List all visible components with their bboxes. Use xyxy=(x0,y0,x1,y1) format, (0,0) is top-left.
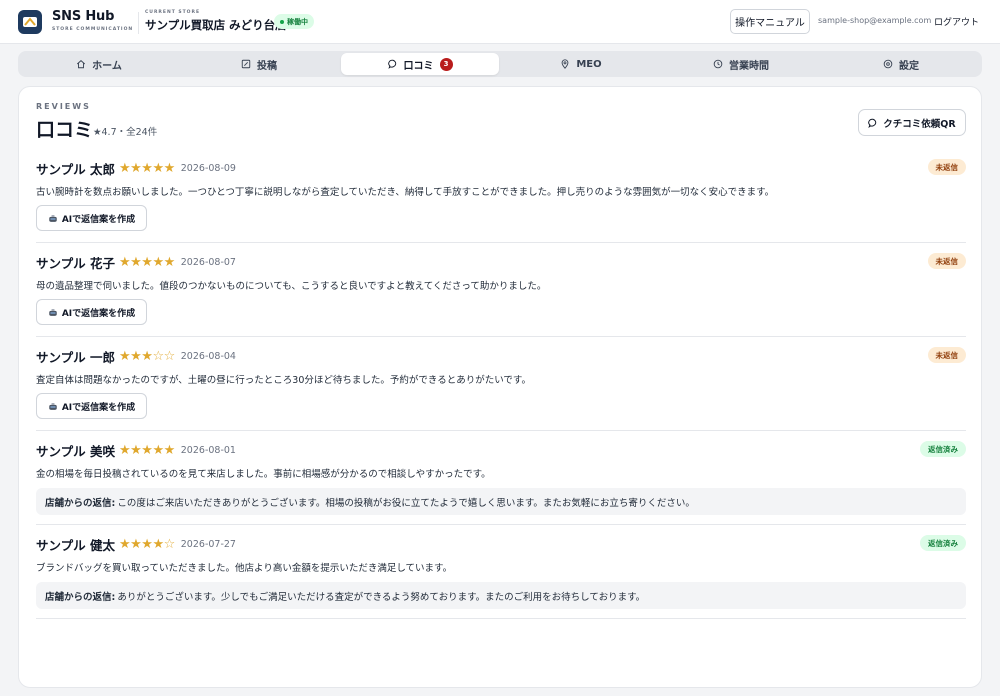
pot-icon xyxy=(49,214,57,222)
star-rating: ★★★★★ xyxy=(118,443,175,458)
gear-icon xyxy=(883,59,893,69)
status-badge: 返信済み xyxy=(920,535,966,551)
home-icon xyxy=(77,60,86,69)
ai-reply-label: AIで返信案を作成 xyxy=(61,402,136,413)
ai-reply-label: AIで返信案を作成 xyxy=(61,214,136,225)
review-header: サンプル 一郎 ★★★☆☆ 2026-08-04 xyxy=(36,347,236,366)
review-header: サンプル 花子 ★★★★★ 2026-08-07 xyxy=(36,253,236,272)
store-reply: 店舗からの返信: この度はご来店いただきありがとうございます。相場の投稿がお役に… xyxy=(36,488,966,515)
rating-summary: ★4.7・全24件 xyxy=(93,127,158,138)
store-status-badge: 稼働中 xyxy=(274,14,314,29)
status-badge: 未返信 xyxy=(927,253,966,269)
review-header: サンプル 太郎 ★★★★★ 2026-08-09 xyxy=(36,159,236,178)
review-text: 古い腕時計を数点お願いしました。一つひとつ丁寧に説明しながら査定していただき、納… xyxy=(36,187,775,198)
chat-icon xyxy=(387,59,396,69)
reviews-card: REVIEWS 口コミ ★4.7・全24件 クチコミ依頼QR サンプル 太郎 ★… xyxy=(18,86,982,688)
tab-posts[interactable]: 投稿 xyxy=(180,53,338,75)
ai-reply-button[interactable]: AIで返信案を作成 xyxy=(36,205,147,231)
manual-button[interactable]: 操作マニュアル xyxy=(730,9,810,34)
tab-meo[interactable]: MEO xyxy=(502,53,660,75)
store-name: サンプル買取店 みどり台店 xyxy=(145,18,287,32)
ai-reply-button[interactable]: AIで返信案を作成 xyxy=(36,393,147,419)
reviewer-name: サンプル 花子 xyxy=(36,256,115,271)
status-badge: 未返信 xyxy=(927,347,966,363)
tab-hours-label: 営業時間 xyxy=(729,60,769,72)
review-item: サンプル 花子 ★★★★★ 2026-08-07 未返信 母の遺品整理で伺いまし… xyxy=(36,253,966,337)
reply-label: 店舗からの返信: xyxy=(45,591,116,603)
tab-reviews[interactable]: 口コミ 3 xyxy=(341,53,499,75)
review-text: 金の相場を毎日投稿されているのを見て来店しました。事前に相場感が分かるので相談し… xyxy=(36,469,491,480)
qr-button-label: クチコミ依頼QR xyxy=(883,118,956,130)
tab-settings[interactable]: 設定 xyxy=(822,53,980,75)
review-item: サンプル 健太 ★★★★☆ 2026-07-27 返信済み ブランドバッグを買い… xyxy=(36,535,966,619)
review-date: 2026-08-04 xyxy=(180,351,236,362)
page-title: 口コミ xyxy=(36,119,94,141)
tab-reviews-count-badge: 3 xyxy=(439,57,453,71)
store-reply: 店舗からの返信: ありがとうございます。少しでもご満足いただける査定ができるよう… xyxy=(36,582,966,609)
review-date: 2026-08-07 xyxy=(180,257,236,268)
logout-link[interactable]: ログアウト xyxy=(934,15,979,28)
store-status-text: 稼働中 xyxy=(287,17,308,26)
app-header: SNS Hub STORE COMMUNICATION CURRENT STOR… xyxy=(0,0,1000,44)
status-badge: 未返信 xyxy=(927,159,966,175)
review-request-qr-button[interactable]: クチコミ依頼QR xyxy=(858,109,966,136)
reply-text: ありがとうございます。少しでもご満足いただける査定ができるよう努めております。ま… xyxy=(117,591,646,603)
tab-hours[interactable]: 営業時間 xyxy=(662,53,820,75)
edit-icon xyxy=(241,59,251,69)
star-rating: ★★★☆☆ xyxy=(118,349,175,364)
nav-tabs: ホーム 投稿 口コミ 3 MEO 営業時間 設定 xyxy=(18,51,982,77)
brand: SNS Hub STORE COMMUNICATION xyxy=(52,9,134,33)
star-rating: ★★★★★ xyxy=(118,161,175,176)
user-email: sample-shop@example.com xyxy=(818,16,932,25)
map-pin-icon xyxy=(561,59,569,69)
ai-reply-button[interactable]: AIで返信案を作成 xyxy=(36,299,147,325)
tab-posts-label: 投稿 xyxy=(257,60,277,72)
clock-icon xyxy=(713,59,723,69)
reviewer-name: サンプル 太郎 xyxy=(36,162,115,177)
review-date: 2026-08-09 xyxy=(180,163,236,174)
review-header: サンプル 健太 ★★★★☆ 2026-07-27 xyxy=(36,535,236,554)
current-store: CURRENT STORE サンプル買取店 みどり台店 xyxy=(145,10,287,33)
reviewer-name: サンプル 一郎 xyxy=(36,350,115,365)
star-rating: ★★★★☆ xyxy=(118,537,175,552)
review-text: 母の遺品整理で伺いました。値段のつかないものについても、こうすると良いですよと教… xyxy=(36,281,547,292)
brand-name: SNS Hub xyxy=(52,9,115,24)
tab-reviews-label: 口コミ xyxy=(403,60,434,72)
star-rating: ★★★★★ xyxy=(118,255,175,270)
tab-meo-label: MEO xyxy=(576,58,602,70)
status-badge: 返信済み xyxy=(920,441,966,457)
reviewer-name: サンプル 美咲 xyxy=(36,444,115,459)
pot-icon xyxy=(49,308,57,316)
reply-text: この度はご来店いただきありがとうございます。相場の投稿がお役に立てたようで嬉しく… xyxy=(117,497,695,509)
review-item: サンプル 太郎 ★★★★★ 2026-08-09 未返信 古い腕時計を数点お願い… xyxy=(36,159,966,243)
reviewer-name: サンプル 健太 xyxy=(36,538,115,553)
review-header: サンプル 美咲 ★★★★★ 2026-08-01 xyxy=(36,441,236,460)
status-dot-icon xyxy=(280,19,284,24)
review-text: ブランドバッグを買い取っていただきました。他店より高い金額を提示いただき満足して… xyxy=(36,563,453,574)
logo-icon[interactable] xyxy=(18,10,42,34)
header-divider xyxy=(138,12,139,34)
tab-home[interactable]: ホーム xyxy=(20,53,178,75)
tab-settings-label: 設定 xyxy=(899,60,919,72)
review-date: 2026-08-01 xyxy=(180,445,236,456)
review-item: サンプル 一郎 ★★★☆☆ 2026-08-04 未返信 査定自体は問題なかった… xyxy=(36,347,966,431)
pot-icon xyxy=(49,402,57,410)
reply-label: 店舗からの返信: xyxy=(45,497,116,509)
store-label: CURRENT STORE xyxy=(145,10,201,15)
review-date: 2026-07-27 xyxy=(180,539,236,550)
section-label: REVIEWS xyxy=(36,102,91,111)
review-text: 査定自体は問題なかったのですが、土曜の昼に行ったところ30分ほど待ちました。予約… xyxy=(36,375,531,386)
review-item: サンプル 美咲 ★★★★★ 2026-08-01 返信済み 金の相場を毎日投稿さ… xyxy=(36,441,966,525)
ai-reply-label: AIで返信案を作成 xyxy=(61,308,136,319)
chat-icon xyxy=(868,118,877,128)
tab-home-label: ホーム xyxy=(92,60,122,72)
brand-subtitle: STORE COMMUNICATION xyxy=(52,27,134,32)
